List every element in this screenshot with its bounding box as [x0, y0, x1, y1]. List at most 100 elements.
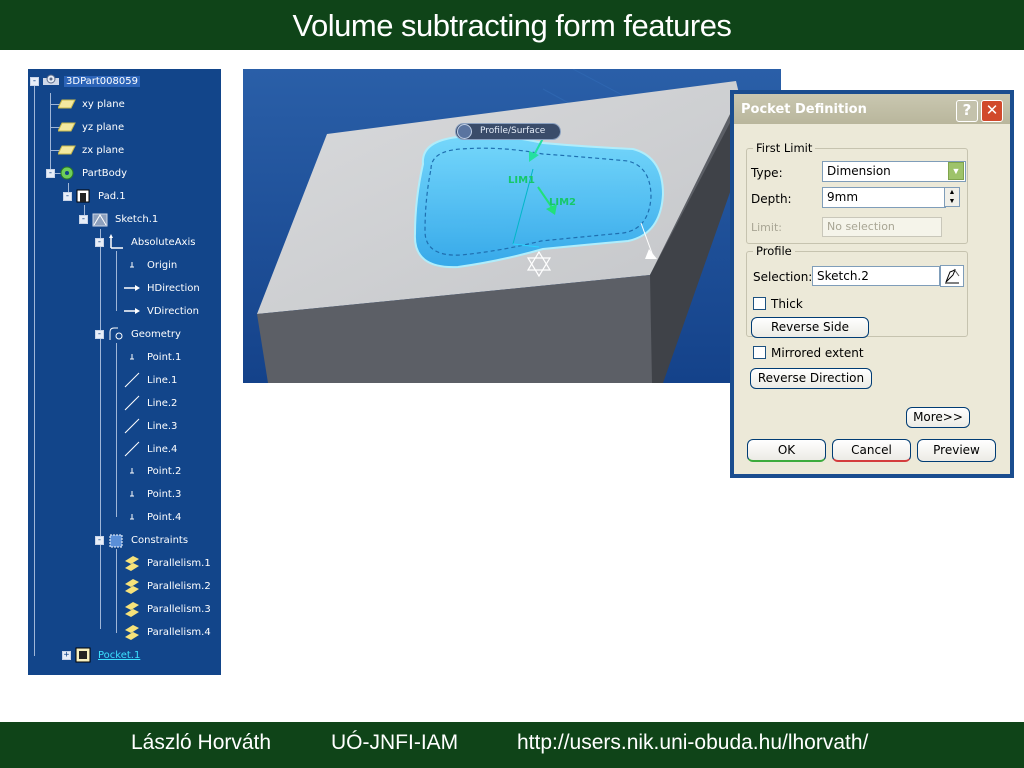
sketcher-pencil-icon: [945, 268, 960, 284]
tree-collapse-toggle[interactable]: -: [46, 169, 55, 178]
tree-item-line-3[interactable]: Line.3: [123, 417, 179, 435]
plane-icon: [58, 96, 76, 112]
more-button[interactable]: More>>: [906, 407, 970, 428]
tree-connector: [100, 229, 101, 629]
cancel-button[interactable]: Cancel: [832, 439, 911, 462]
pocket-icon: [74, 647, 92, 663]
tree-collapse-toggle[interactable]: -: [95, 330, 104, 339]
point-icon: [123, 257, 141, 273]
tree-item-origin[interactable]: Origin: [123, 256, 179, 274]
tree-connector: [116, 549, 117, 633]
tree-item-line-4[interactable]: Line.4: [123, 440, 179, 458]
reverse-side-button[interactable]: Reverse Side: [751, 317, 869, 338]
slide-footer-bar: László Horváth UÓ-JNFI-IAM http://users.…: [0, 722, 1024, 768]
line-icon: [123, 441, 141, 457]
point-icon: [123, 463, 141, 479]
line-icon: [123, 395, 141, 411]
mirrored-extent-checkbox[interactable]: [753, 346, 766, 359]
tree-collapse-toggle[interactable]: -: [63, 192, 72, 201]
parallelism-icon: [123, 601, 141, 617]
type-combo[interactable]: Dimension: [822, 161, 966, 182]
depth-value: 9mm: [827, 190, 859, 204]
plane-icon: [58, 119, 76, 135]
ok-button[interactable]: OK: [747, 439, 826, 462]
thick-checkbox[interactable]: [753, 297, 766, 310]
pocket-definition-dialog[interactable]: Pocket Definition ? ✕ First Limit Type: …: [730, 90, 1014, 478]
reverse-direction-button[interactable]: Reverse Direction: [750, 368, 872, 389]
profile-group-title: Profile: [753, 244, 795, 258]
body-gear-icon: [58, 165, 76, 181]
lim2-label[interactable]: LIM2: [549, 197, 576, 208]
line-icon: [123, 418, 141, 434]
tree-item-hdirection[interactable]: HDirection: [123, 279, 202, 297]
dialog-title: Pocket Definition: [741, 102, 867, 117]
constraints-icon: [107, 532, 125, 548]
depth-spinner[interactable]: ▲ ▼: [944, 187, 960, 207]
selection-input[interactable]: Sketch.2: [812, 266, 940, 286]
tree-item-line-2[interactable]: Line.2: [123, 394, 179, 412]
tree-item-parallelism-2[interactable]: Parallelism.2: [123, 577, 213, 595]
tree-item-pad[interactable]: Pad.1: [74, 187, 128, 205]
lim1-label[interactable]: LIM1: [508, 175, 535, 186]
tree-item-sketch[interactable]: Sketch.1: [91, 210, 160, 228]
part-model-render: [243, 69, 781, 383]
tree-item-xy-plane[interactable]: xy plane: [58, 95, 127, 113]
depth-input[interactable]: 9mm: [822, 187, 946, 208]
point-icon: [123, 349, 141, 365]
limit-input: No selection: [822, 217, 942, 237]
profile-surface-tag[interactable]: Profile/Surface: [455, 123, 561, 140]
parallelism-icon: [123, 555, 141, 571]
limit-label: Limit:: [751, 221, 782, 234]
slide-title: Volume subtracting form features: [292, 8, 732, 43]
tree-item-constraints[interactable]: Constraints: [107, 531, 190, 549]
tree-item-yz-plane[interactable]: yz plane: [58, 118, 126, 136]
tree-item-parallelism-1[interactable]: Parallelism.1: [123, 554, 213, 572]
selection-label: Selection:: [753, 270, 813, 284]
limit-value: No selection: [827, 220, 895, 233]
tree-collapse-toggle[interactable]: -: [95, 238, 104, 247]
tree-item-point-1[interactable]: Point.1: [123, 348, 183, 366]
tree-item-point-3[interactable]: Point.3: [123, 485, 183, 503]
spin-down-icon[interactable]: ▼: [945, 197, 959, 206]
point-icon: [123, 509, 141, 525]
specification-tree[interactable]: - 3DPart008059 xy plane yz plane zx plan…: [28, 69, 221, 675]
tree-item-absolute-axis[interactable]: AbsoluteAxis: [107, 233, 197, 251]
help-button[interactable]: ?: [956, 100, 978, 122]
tree-item-zx-plane[interactable]: zx plane: [58, 141, 126, 159]
tree-item-vdirection[interactable]: VDirection: [123, 302, 201, 320]
spin-up-icon[interactable]: ▲: [945, 188, 959, 197]
tree-item-point-4[interactable]: Point.4: [123, 508, 183, 526]
depth-label: Depth:: [751, 192, 792, 206]
selection-value: Sketch.2: [817, 269, 869, 283]
preview-button[interactable]: Preview: [917, 439, 996, 462]
tree-item-line-1[interactable]: Line.1: [123, 371, 179, 389]
tree-item-root[interactable]: 3DPart008059: [42, 72, 140, 90]
tree-collapse-toggle[interactable]: -: [30, 77, 39, 86]
thick-label: Thick: [771, 297, 803, 311]
tree-item-pocket[interactable]: Pocket.1: [74, 646, 142, 664]
tree-item-parallelism-4[interactable]: Parallelism.4: [123, 623, 213, 641]
tree-connector: [50, 93, 51, 173]
type-combo-value: Dimension: [827, 164, 891, 178]
type-label: Type:: [751, 166, 783, 180]
footer-url[interactable]: http://users.nik.uni-obuda.hu/lhorvath/: [517, 731, 868, 755]
tree-item-parallelism-3[interactable]: Parallelism.3: [123, 600, 213, 618]
parallelism-icon: [123, 578, 141, 594]
3d-viewport[interactable]: Profile/Surface LIM1 LIM2: [243, 69, 781, 383]
mirrored-extent-label: Mirrored extent: [771, 346, 864, 360]
tree-item-partbody[interactable]: PartBody: [58, 164, 129, 182]
sketch-edit-button[interactable]: [940, 265, 964, 287]
tree-connector: [116, 251, 117, 311]
close-button[interactable]: ✕: [981, 100, 1003, 122]
tree-collapse-toggle[interactable]: -: [79, 215, 88, 224]
tree-collapse-toggle[interactable]: -: [95, 536, 104, 545]
tree-expand-toggle[interactable]: +: [62, 651, 71, 660]
tree-item-point-2[interactable]: Point.2: [123, 462, 183, 480]
profile-tag-icon: [457, 124, 472, 139]
dialog-titlebar[interactable]: Pocket Definition ? ✕: [734, 94, 1010, 124]
tree-item-geometry[interactable]: Geometry: [107, 325, 183, 343]
parallelism-icon: [123, 624, 141, 640]
combo-chevron-down-icon[interactable]: ▼: [948, 162, 964, 180]
slide-title-bar: Volume subtracting form features: [0, 0, 1024, 50]
direction-arrow-icon: [123, 303, 141, 319]
